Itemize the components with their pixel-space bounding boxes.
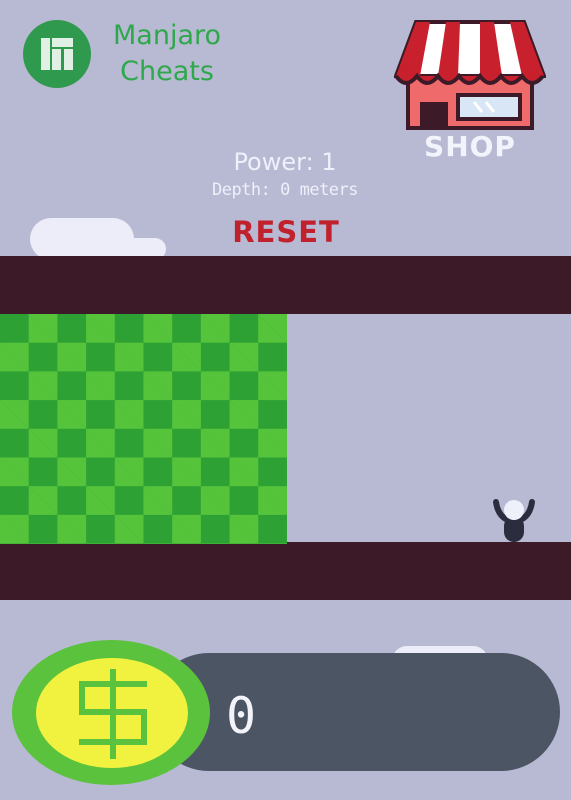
reset-button[interactable]: RESET: [228, 215, 344, 249]
coin-counter-bar: [150, 653, 560, 771]
player-character: [493, 499, 535, 542]
depth-readout: Depth: 0 meters: [211, 180, 359, 200]
app-title-line1: Manjaro: [113, 20, 222, 51]
grass-block[interactable]: [0, 314, 287, 544]
app-title-line2: Cheats: [120, 56, 214, 87]
shop-button[interactable]: SHOP: [394, 18, 546, 168]
app-title: Manjaro Cheats: [113, 18, 221, 90]
manjaro-logo-icon: [23, 20, 91, 88]
ground-floor: [0, 542, 571, 600]
shop-label: SHOP: [424, 130, 516, 163]
storefront-icon: [394, 20, 546, 130]
power-readout: Power: 1: [233, 148, 337, 176]
dollar-sign-icon: [79, 669, 147, 759]
coin-count: 0: [226, 687, 257, 745]
ground-ceiling: [0, 256, 571, 314]
